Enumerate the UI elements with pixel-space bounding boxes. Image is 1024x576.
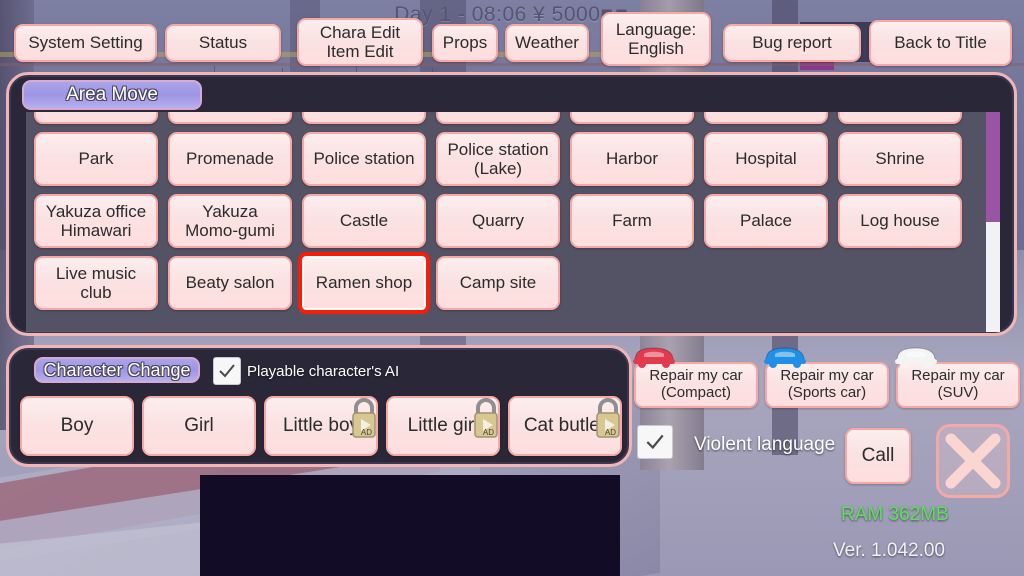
svg-text:AD: AD bbox=[361, 428, 372, 437]
area-button[interactable] bbox=[34, 112, 158, 124]
character-button-girl[interactable]: Girl bbox=[142, 396, 256, 456]
repair-car-button-label: Repair my car (Compact) bbox=[649, 367, 743, 401]
area-button-row: Live music club Beaty salon Ramen shop Camp… bbox=[26, 252, 989, 314]
area-button-harbor[interactable]: Harbor bbox=[570, 132, 694, 186]
area-button[interactable] bbox=[302, 112, 426, 124]
car-icon bbox=[633, 347, 675, 368]
area-button-palace[interactable]: Palace bbox=[704, 194, 828, 248]
repair-car-button-row: Repair my car (Compact) Repair my car (Sp… bbox=[633, 347, 1020, 408]
props-button[interactable]: Props bbox=[432, 24, 498, 62]
area-button-corporation[interactable]: Corporation bbox=[436, 112, 560, 124]
character-change-title: Character Change bbox=[34, 357, 200, 383]
system-setting-button[interactable]: System Setting bbox=[14, 24, 157, 62]
area-move-scroll-region[interactable]: Restaurant Corporation park chapel ParkProme… bbox=[26, 112, 989, 332]
area-button-row: Restaurant Corporation park chapel bbox=[26, 112, 989, 124]
character-button-little-boy[interactable]: Little boy AD bbox=[264, 396, 378, 456]
area-button-shrine[interactable]: Shrine bbox=[838, 132, 962, 186]
weather-button[interactable]: Weather bbox=[505, 24, 589, 62]
area-button[interactable] bbox=[570, 112, 694, 124]
area-button-promenade[interactable]: Promenade bbox=[168, 132, 292, 186]
area-button-row: Park Promenade Police station Police statio… bbox=[26, 132, 989, 186]
top-menu-bar: System Setting Status Chara Edit Item Ed… bbox=[0, 0, 1024, 70]
area-button-camp-site[interactable]: Camp site bbox=[436, 256, 560, 310]
version-text: Ver. 1.042.00 bbox=[833, 540, 945, 561]
status-button[interactable]: Status bbox=[165, 24, 281, 62]
playable-character-ai-checkbox[interactable] bbox=[213, 357, 241, 385]
violent-language-label: Violent language bbox=[694, 434, 836, 455]
repair-car-button-repair-my-car-suv[interactable]: Repair my car (SUV) bbox=[895, 347, 1020, 408]
area-button-beaty-salon[interactable]: Beaty salon bbox=[168, 256, 292, 310]
check-icon bbox=[219, 364, 235, 378]
check-icon bbox=[646, 434, 664, 450]
area-button-log-house[interactable]: Log house bbox=[838, 194, 962, 248]
close-icon bbox=[945, 433, 1001, 489]
area-button-castle[interactable]: Castle bbox=[302, 194, 426, 248]
character-button-label: Boy bbox=[60, 415, 94, 437]
back-to-title-button[interactable]: Back to Title bbox=[869, 20, 1012, 66]
car-icon bbox=[895, 347, 937, 368]
area-button-yakuza-momo-gumi[interactable]: Yakuza Momo-gumi bbox=[168, 194, 292, 248]
playable-character-ai-label: Playable character's AI bbox=[247, 363, 400, 380]
repair-car-button-repair-my-car-compact[interactable]: Repair my car (Compact) bbox=[633, 347, 758, 408]
svg-text:AD: AD bbox=[483, 428, 494, 437]
repair-car-button-label: Repair my car (Sports car) bbox=[780, 367, 874, 401]
call-button[interactable]: Call bbox=[845, 428, 911, 484]
area-button-farm[interactable]: Farm bbox=[570, 194, 694, 248]
ad-lock-icon: AD bbox=[352, 398, 376, 438]
area-move-scrollbar[interactable] bbox=[986, 112, 1000, 332]
language-button[interactable]: Language: English bbox=[601, 12, 711, 66]
ad-lock-icon: AD bbox=[596, 398, 620, 438]
area-button-police-station-lake[interactable]: Police station (Lake) bbox=[436, 132, 560, 186]
chara-edit-item-edit-button[interactable]: Chara Edit Item Edit bbox=[297, 18, 423, 66]
area-button-live-music-club[interactable]: Live music club bbox=[34, 256, 158, 310]
car-icon bbox=[764, 347, 806, 368]
game-screen: CLOSED Day 1 - 08:06 ¥ 5000■■ System Set… bbox=[0, 0, 1024, 576]
area-button-police-station[interactable]: Police station bbox=[302, 132, 426, 186]
close-button[interactable] bbox=[936, 424, 1010, 498]
svg-text:AD: AD bbox=[605, 428, 616, 437]
debug-console-box bbox=[200, 475, 620, 576]
area-button-row: Yakuza office Himawari Yakuza Momo-gumi Ca… bbox=[26, 194, 989, 248]
scrollbar-thumb[interactable] bbox=[986, 222, 1000, 332]
area-button-grid: Restaurant Corporation park chapel ParkProme… bbox=[26, 112, 989, 318]
ram-usage-text: RAM 362MB bbox=[841, 504, 949, 525]
area-move-title: Area Move bbox=[22, 80, 202, 110]
area-button-hospital[interactable]: Hospital bbox=[704, 132, 828, 186]
character-button-little-girl[interactable]: Little girl AD bbox=[386, 396, 500, 456]
area-button-quarry[interactable]: Quarry bbox=[436, 194, 560, 248]
area-button-park[interactable]: Park bbox=[34, 132, 158, 186]
repair-car-button-repair-my-car-sports-car[interactable]: Repair my car (Sports car) bbox=[764, 347, 889, 408]
character-button-label: Girl bbox=[184, 415, 214, 437]
area-button-chapel[interactable]: chapel bbox=[838, 112, 962, 124]
scrollbar-track bbox=[986, 112, 1000, 222]
area-button-restaurant[interactable]: Restaurant bbox=[168, 112, 292, 124]
area-button-yakuza-office-himawari[interactable]: Yakuza office Himawari bbox=[34, 194, 158, 248]
area-button-ramen-shop[interactable]: Ramen shop bbox=[298, 252, 430, 314]
character-button-boy[interactable]: Boy bbox=[20, 396, 134, 456]
bug-report-button[interactable]: Bug report bbox=[723, 24, 861, 62]
area-button-park[interactable]: park bbox=[704, 112, 828, 124]
character-button-cat-butler[interactable]: Cat butler AD bbox=[508, 396, 622, 456]
character-button-row: Boy Girl Little boy AD Little girl AD Cat butl… bbox=[20, 396, 622, 456]
repair-car-button-label: Repair my car (SUV) bbox=[911, 367, 1005, 401]
ad-lock-icon: AD bbox=[474, 398, 498, 438]
violent-language-checkbox[interactable] bbox=[637, 425, 673, 459]
